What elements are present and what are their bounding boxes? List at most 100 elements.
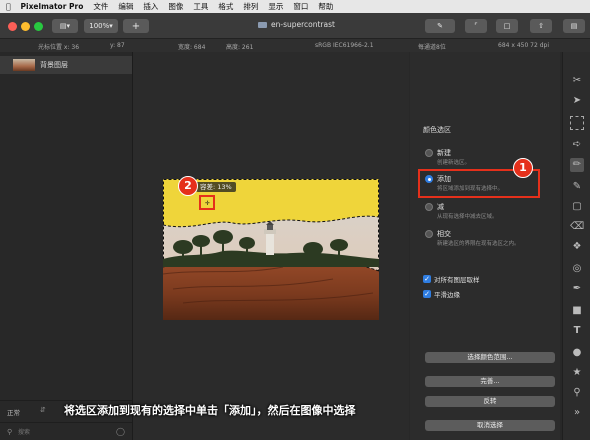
crosshair-icon: ✛: [205, 200, 211, 207]
option-new-desc: 创建新选区。: [437, 160, 471, 166]
crop-button[interactable]: ⌜: [465, 19, 487, 33]
document-title-text: en-supercontrast: [271, 20, 335, 29]
image-size-readout: 684 x 450 72 dpi: [498, 42, 550, 49]
smooth-edges-label: 平滑边缘: [434, 291, 460, 299]
minimize-window-button[interactable]: [21, 22, 30, 31]
layer-search-bar: ⚲ ◯: [0, 422, 132, 440]
menu-format[interactable]: 格式: [218, 1, 233, 12]
cursor-y-readout: y: 87: [110, 42, 125, 49]
sample-all-layers-label: 对所有图层取样: [434, 276, 480, 284]
menu-image[interactable]: 图像: [168, 1, 183, 12]
retouch-tool-icon[interactable]: ❖: [570, 240, 584, 254]
canvas-area[interactable]: 容差: 13% ✛ 2: [133, 52, 409, 440]
lasso-tool-icon[interactable]: ➪: [570, 138, 584, 152]
sidebar-icon: ▤▾: [59, 22, 71, 30]
radio-add[interactable]: [425, 175, 433, 183]
tools-strip: ✂ ➤ ➪ ✏ ✎ ▢ ⌫ ❖ ◎ ✒ ■ T ● ★ ⚲ »: [562, 52, 590, 440]
deselect-button[interactable]: 取消选择: [425, 420, 555, 431]
more-tools-icon[interactable]: »: [570, 406, 584, 420]
tool-options-panel: 颜色选区 新建 创建新选区。 添加 将区域添加到现有选择中。 减 从现有选择中减…: [410, 52, 560, 440]
search-icon: ⚲: [7, 428, 13, 436]
checkbox-sample-all-layers[interactable]: ✓: [423, 275, 431, 283]
menu-edit[interactable]: 编辑: [118, 1, 133, 12]
bit-depth-readout: 每通道8位: [418, 44, 446, 51]
crop-icon: ⌜: [474, 22, 478, 30]
radio-subtract[interactable]: [425, 203, 433, 211]
document-button[interactable]: □: [496, 19, 518, 33]
distort-tool-icon[interactable]: ◎: [570, 262, 584, 276]
annotation-badge-2: 2: [178, 176, 198, 196]
style-tools-button[interactable]: ✎: [425, 19, 455, 33]
inspector-button[interactable]: ▤: [563, 19, 585, 33]
option-add-desc: 将区域添加到现有选择中。: [437, 186, 504, 192]
radio-new[interactable]: [425, 149, 433, 157]
inspector-icon: ▤: [570, 22, 578, 30]
option-subtract-desc: 从现有选择中减去区域。: [437, 214, 498, 220]
menu-tools[interactable]: 工具: [193, 1, 208, 12]
layer-name: 背景图层: [40, 61, 68, 69]
annotation-badge-1: 1: [513, 158, 533, 178]
blend-mode-select[interactable]: 正常: [7, 407, 20, 417]
layers-sidebar: 背景图层 正常 ⇵ ⚲ ◯: [0, 52, 133, 440]
blend-mode-chevron-icon[interactable]: ⇵: [40, 406, 46, 414]
apple-icon[interactable]: : [6, 2, 11, 11]
section-title: 颜色选区: [423, 126, 451, 134]
cursor-x-readout: 光标位置 x: 36: [38, 44, 80, 51]
brush-icon: ✎: [437, 22, 443, 30]
pen-tool-icon[interactable]: ✒: [570, 282, 584, 296]
close-window-button[interactable]: [8, 22, 17, 31]
menu-bar:  Pixelmator Pro 文件 编辑 插入 图像 工具 格式 排列 显示…: [0, 0, 590, 13]
menu-arrange[interactable]: 排列: [243, 1, 258, 12]
menu-app-name[interactable]: Pixelmator Pro: [21, 2, 84, 11]
rect-select-tool-icon[interactable]: [570, 116, 584, 130]
radio-intersect[interactable]: [425, 230, 433, 238]
effects-tool-icon[interactable]: ★: [570, 366, 584, 380]
share-icon: ⇧: [538, 22, 544, 30]
tutorial-caption: 将选区添加到现有的选择中单击「添加」，然后在图像中选择: [64, 404, 356, 417]
color-select-tool-icon[interactable]: ✏: [570, 158, 584, 172]
checkbox-smooth-edges[interactable]: ✓: [423, 290, 431, 298]
refine-button[interactable]: 完善...: [425, 376, 555, 387]
menu-insert[interactable]: 插入: [143, 1, 158, 12]
eraser-tool-icon[interactable]: ⌫: [570, 220, 584, 234]
invert-button[interactable]: 反转: [425, 396, 555, 407]
sidebar-toggle-button[interactable]: ▤▾: [52, 19, 78, 33]
filter-icon[interactable]: ◯: [116, 427, 125, 436]
option-new-label: 新建: [437, 149, 451, 157]
share-button[interactable]: ⇧: [530, 19, 552, 33]
zoom-tool-icon[interactable]: ⚲: [570, 386, 584, 400]
option-intersect-label: 相交: [437, 230, 451, 238]
menu-help[interactable]: 帮助: [318, 1, 333, 12]
arrange-tool-icon[interactable]: ➤: [570, 94, 584, 108]
add-label: +: [131, 20, 141, 32]
width-readout: 宽度: 684: [178, 44, 206, 51]
style-tool-icon[interactable]: ✂: [570, 74, 584, 88]
zoom-select[interactable]: 100% ▾: [84, 19, 118, 33]
option-intersect-desc: 新建选区的界限在现有选区之内。: [437, 241, 520, 247]
select-color-range-button[interactable]: 选择颜色范围...: [425, 352, 555, 363]
document-page-icon: □: [503, 22, 511, 30]
menu-view[interactable]: 显示: [268, 1, 283, 12]
layer-search-input[interactable]: [18, 427, 108, 437]
color-adjust-tool-icon[interactable]: ●: [570, 346, 584, 360]
canvas-image[interactable]: [163, 179, 379, 320]
layer-thumbnail: [13, 59, 35, 71]
height-readout: 高度: 261: [226, 44, 254, 51]
menu-file[interactable]: 文件: [93, 1, 108, 12]
option-subtract-label: 减: [437, 203, 444, 211]
zoom-window-button[interactable]: [34, 22, 43, 31]
gradient-tool-icon[interactable]: ▢: [570, 200, 584, 214]
color-profile-readout: sRGB IEC61966-2.1: [315, 42, 374, 49]
layer-row[interactable]: 背景图层: [0, 56, 132, 74]
option-add-label: 添加: [437, 175, 451, 183]
zoom-value: 100%: [89, 22, 110, 30]
toolbar: ▤▾ 100% ▾ + en-supercontrast ✎ ⌜ □ ⇧ ▤: [0, 13, 590, 39]
shape-tool-icon[interactable]: ■: [570, 304, 584, 318]
menu-window[interactable]: 窗口: [293, 1, 308, 12]
add-button[interactable]: +: [123, 19, 149, 33]
paint-tool-icon[interactable]: ✎: [570, 180, 584, 194]
document-icon: [258, 21, 267, 28]
tolerance-tooltip: 容差: 13%: [196, 182, 236, 192]
type-tool-icon[interactable]: T: [570, 324, 584, 338]
document-title: en-supercontrast: [258, 20, 335, 29]
